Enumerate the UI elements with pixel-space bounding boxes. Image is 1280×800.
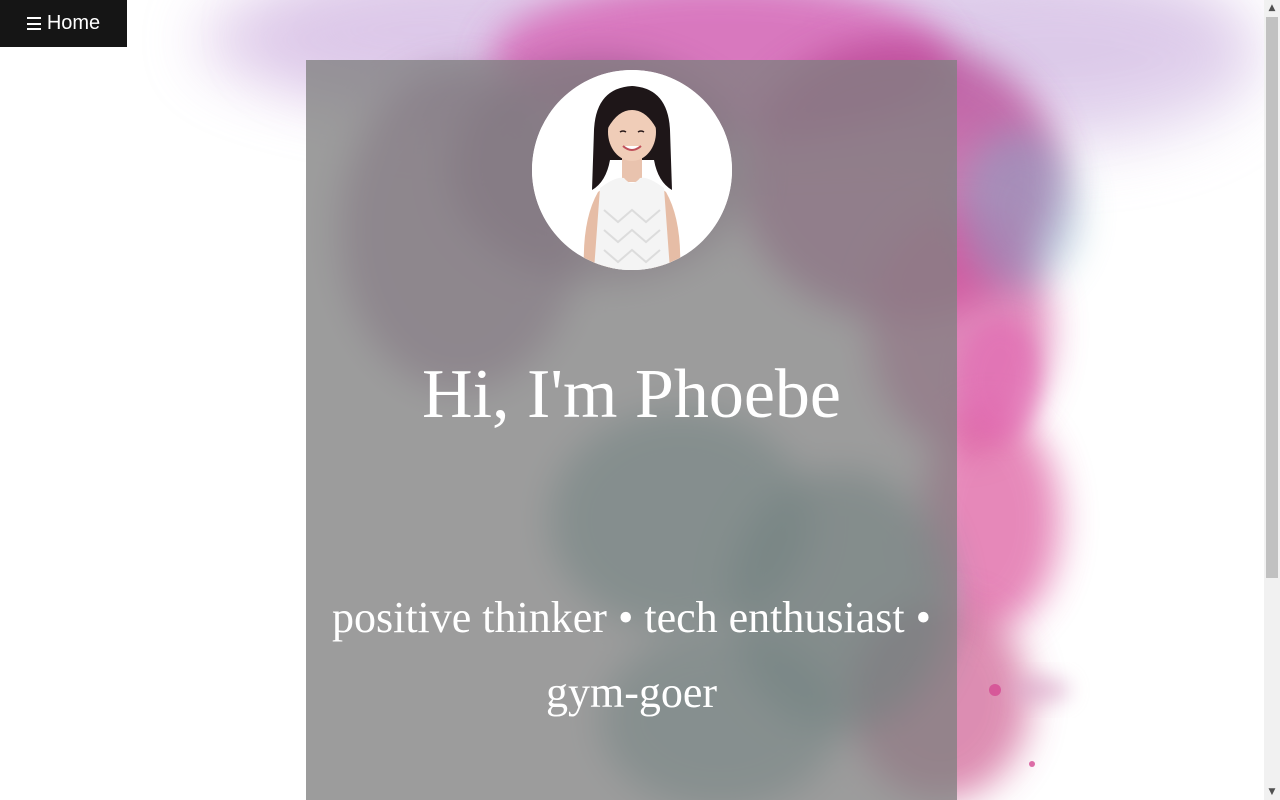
home-menu-button[interactable]: Home xyxy=(0,0,127,47)
hero-card: Hi, I'm Phoebe positive thinker • tech e… xyxy=(306,60,957,800)
page-scrollbar[interactable]: ▲ ▼ xyxy=(1264,0,1280,800)
scroll-up-arrow-icon[interactable]: ▲ xyxy=(1264,0,1280,16)
scrollbar-thumb[interactable] xyxy=(1266,17,1278,578)
hero-headline: Hi, I'm Phoebe xyxy=(422,356,841,433)
hamburger-icon xyxy=(26,17,41,30)
home-menu-label: Home xyxy=(46,12,101,34)
profile-photo-illustration xyxy=(532,70,732,270)
hero-tagline: positive thinker • tech enthusiast • gym… xyxy=(331,593,932,717)
profile-avatar xyxy=(532,70,732,270)
scroll-down-arrow-icon[interactable]: ▼ xyxy=(1264,784,1280,800)
